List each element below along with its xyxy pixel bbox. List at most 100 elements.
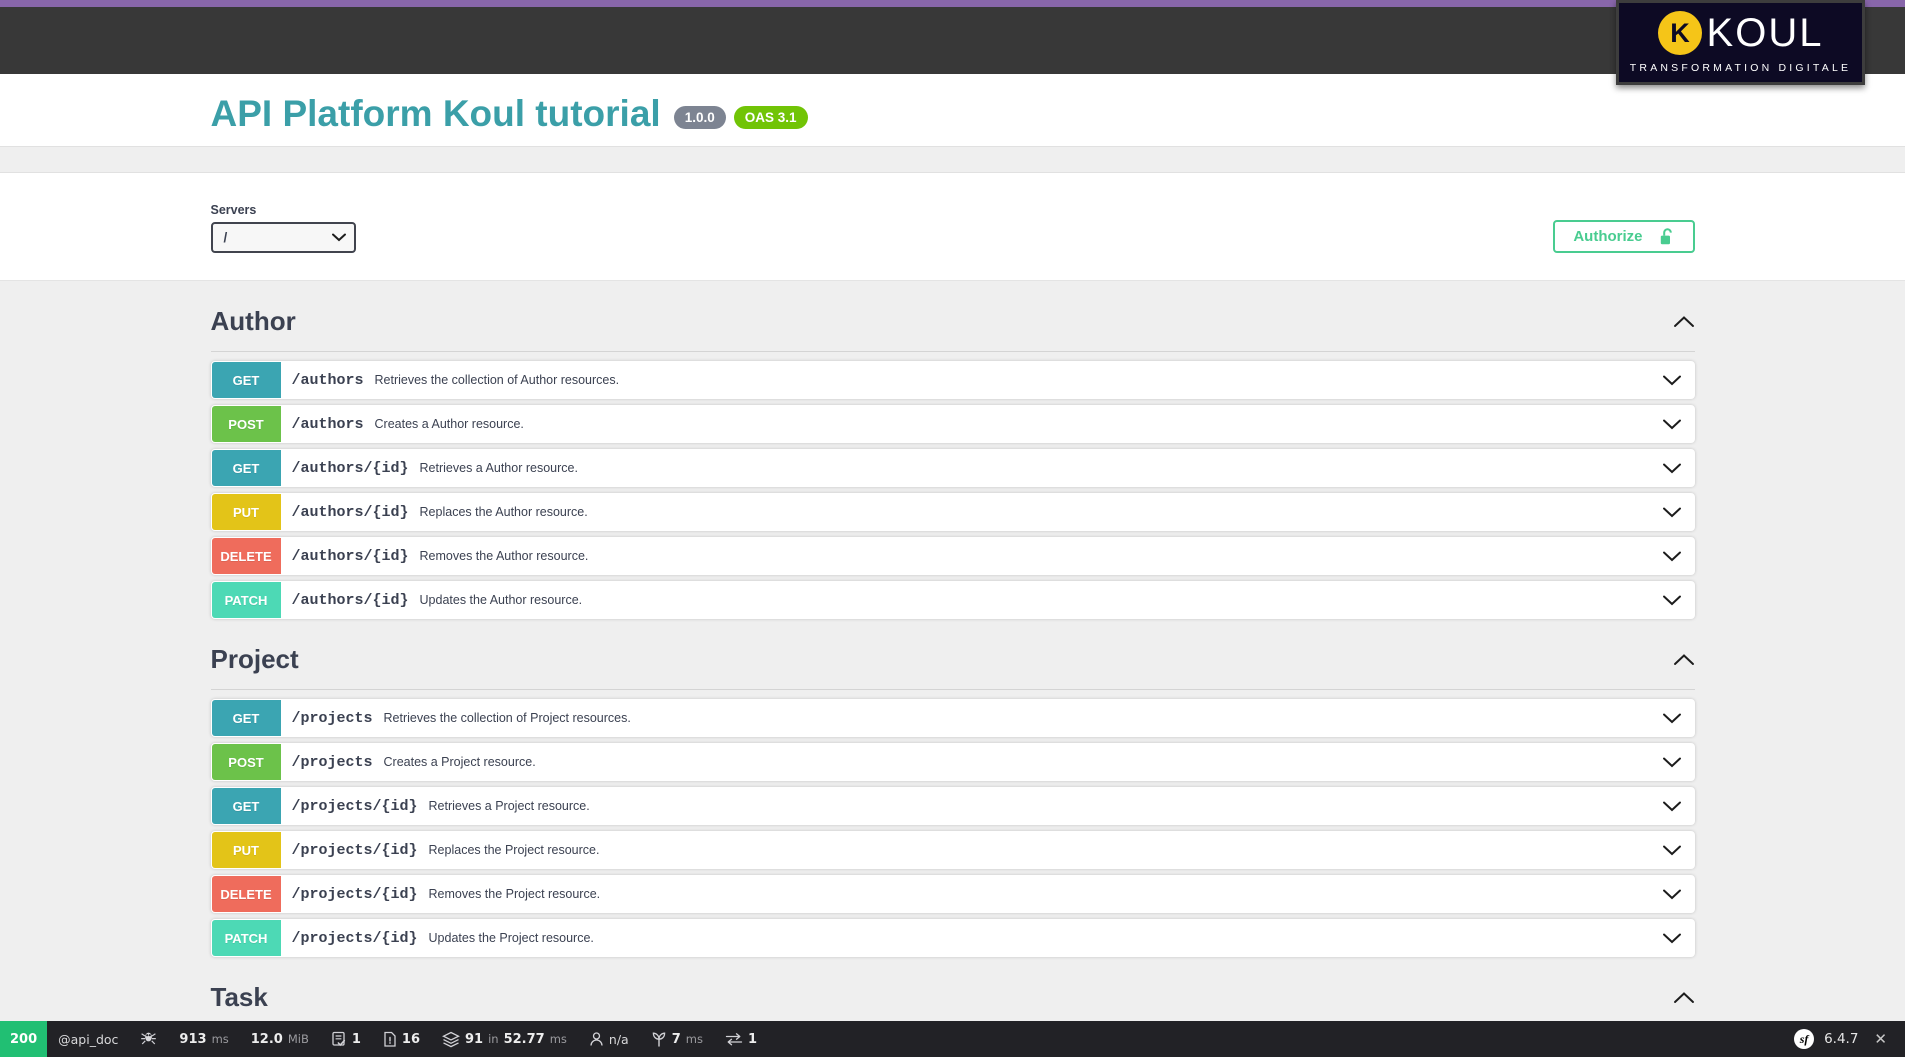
operation-path: /projects/{id}: [291, 841, 418, 859]
oas-badge: OAS 3.1: [733, 105, 808, 129]
user-icon: [589, 1031, 604, 1048]
operation-row[interactable]: DELETE/authors/{id} Removes the Author re…: [210, 537, 1695, 575]
chevron-down-icon[interactable]: [1650, 832, 1694, 868]
form-icon: [331, 1031, 347, 1048]
operation-row[interactable]: GET/authors Retrieves the collection of A…: [210, 361, 1695, 399]
operation-path: /authors/{id}: [291, 503, 409, 521]
close-icon[interactable]: ✕: [1868, 1030, 1887, 1048]
operation-row[interactable]: GET/projects/{id} Retrieves a Project res…: [210, 787, 1695, 825]
chevron-down-icon[interactable]: [1650, 582, 1694, 618]
logo-mark-letter: K: [1670, 17, 1690, 48]
tag-header-task[interactable]: Task: [210, 971, 1695, 1028]
operation-method-badge: PATCH: [211, 920, 281, 956]
operation-path: /authors: [291, 415, 364, 433]
twig-value: 7: [671, 1031, 681, 1047]
tag-header-author[interactable]: Author: [210, 295, 1695, 352]
operation-method-badge: POST: [211, 406, 281, 442]
scheme-section: Servers / Authorize: [0, 173, 1905, 280]
toolbar-doctrine[interactable]: 91 in 52.77 ms: [431, 1021, 578, 1057]
operation-summary: Replaces the Author resource.: [419, 505, 588, 519]
operation-path: /authors: [291, 371, 364, 389]
document-alert-icon: [383, 1031, 397, 1048]
chevron-down-icon[interactable]: [1650, 362, 1694, 398]
chevron-down-icon[interactable]: [1650, 876, 1694, 912]
chevron-down-icon[interactable]: [1650, 744, 1694, 780]
operation-method-badge: PATCH: [211, 582, 281, 618]
operation-summary: Retrieves the collection of Author resou…: [374, 373, 620, 387]
servers-select[interactable]: /: [210, 222, 356, 253]
chevron-down-icon[interactable]: [1650, 788, 1694, 824]
chevron-down-icon[interactable]: [1650, 920, 1694, 956]
operation-summary: Replaces the Project resource.: [428, 843, 600, 857]
servers-select-value: /: [223, 230, 228, 245]
operation-row[interactable]: POST/projects Creates a Project resource.: [210, 743, 1695, 781]
chevron-down-icon: [331, 233, 346, 242]
operation-method-badge: DELETE: [211, 876, 281, 912]
operation-path: /projects: [291, 753, 373, 771]
toolbar-twig[interactable]: 7 ms: [640, 1021, 714, 1057]
route-name: @api_doc: [58, 1031, 119, 1047]
authorize-button[interactable]: Authorize: [1553, 220, 1695, 253]
tag-section: Task: [210, 971, 1695, 1028]
symfony-debug-toolbar: 200 @api_doc 913 ms 12.0 MiB 1 16 91 in …: [0, 1021, 1905, 1057]
operation-row[interactable]: PATCH/authors/{id} Updates the Author res…: [210, 581, 1695, 619]
operation-row[interactable]: GET/authors/{id} Retrieves a Author resou…: [210, 449, 1695, 487]
chevron-down-icon[interactable]: [1650, 450, 1694, 486]
http-status-badge[interactable]: 200: [0, 1021, 48, 1057]
page-title: API Platform Koul tutorial: [210, 93, 661, 134]
logo-row: K KOUL: [1657, 11, 1824, 55]
version-badge: 1.0.0: [673, 105, 726, 129]
operation-summary: Removes the Author resource.: [419, 549, 589, 563]
operations-body: Author GET/authors Retrieves the collectio…: [0, 280, 1905, 1057]
user-value: n/a: [608, 1031, 629, 1047]
operation-row[interactable]: PUT/authors/{id} Replaces the Author reso…: [210, 493, 1695, 531]
tags-container: Author GET/authors Retrieves the collectio…: [169, 295, 1737, 1028]
chevron-down-icon[interactable]: [1650, 494, 1694, 530]
operation-method-badge: GET: [211, 788, 281, 824]
database-layers-icon: [442, 1031, 460, 1048]
toolbar-forms[interactable]: 1: [320, 1021, 372, 1057]
koul-k-circle-icon: K: [1657, 11, 1702, 55]
operation-path: /projects/{id}: [291, 885, 418, 903]
operation-path: /projects/{id}: [291, 929, 418, 947]
duration-value: 913: [179, 1031, 207, 1047]
logo-tagline: TRANSFORMATION DIGITALE: [1629, 62, 1852, 74]
memory-value: 12.0: [250, 1031, 283, 1047]
chevron-down-icon[interactable]: [1650, 406, 1694, 442]
operation-method-badge: DELETE: [211, 538, 281, 574]
forms-count: 1: [351, 1031, 361, 1047]
operation-row[interactable]: GET/projects Retrieves the collection of …: [210, 699, 1695, 737]
operation-method-badge: POST: [211, 744, 281, 780]
toolbar-memory[interactable]: 12.0 MiB: [240, 1021, 320, 1057]
duration-unit: ms: [211, 1032, 229, 1046]
chevron-down-icon[interactable]: [1650, 538, 1694, 574]
operation-row[interactable]: POST/authors Creates a Author resource.: [210, 405, 1695, 443]
toolbar-user[interactable]: n/a: [578, 1021, 640, 1057]
operation-row[interactable]: PATCH/projects/{id} Updates the Project r…: [210, 919, 1695, 957]
tag-name: Author: [210, 306, 296, 336]
toolbar-redirect[interactable]: 1: [714, 1021, 768, 1057]
tag-name: Project: [210, 644, 299, 674]
tag-section: Project GET/projects Retrieves the collect…: [210, 633, 1695, 957]
operation-row[interactable]: PUT/projects/{id} Replaces the Project re…: [210, 831, 1695, 869]
logs-count: 16: [401, 1031, 420, 1047]
doctrine-time: 52.77: [503, 1031, 545, 1047]
operation-path: /authors/{id}: [291, 591, 409, 609]
redirect-count: 1: [747, 1031, 757, 1047]
toolbar-duration[interactable]: 913 ms: [168, 1021, 239, 1057]
tag-header-project[interactable]: Project: [210, 633, 1695, 690]
symfony-version: 6.4.7: [1824, 1031, 1859, 1047]
operation-summary: Updates the Author resource.: [419, 593, 583, 607]
operation-row[interactable]: DELETE/projects/{id} Removes the Project …: [210, 875, 1695, 913]
operation-summary: Retrieves the collection of Project reso…: [383, 711, 631, 725]
operation-summary: Creates a Author resource.: [374, 417, 524, 431]
toolbar-logs[interactable]: 16: [372, 1021, 431, 1057]
operation-path: /projects/{id}: [291, 797, 418, 815]
toolbar-route[interactable]: @api_doc: [47, 1021, 129, 1057]
symfony-logo-icon[interactable]: sf: [1794, 1029, 1815, 1049]
chevron-down-icon[interactable]: [1650, 700, 1694, 736]
toolbar-left-group: 200 @api_doc 913 ms 12.0 MiB 1 16 91 in …: [0, 1021, 768, 1057]
title-row: API Platform Koul tutorial 1.0.0 OAS 3.1: [169, 93, 1737, 135]
toolbar-crawler[interactable]: [129, 1021, 168, 1057]
twig-unit: ms: [685, 1032, 703, 1046]
